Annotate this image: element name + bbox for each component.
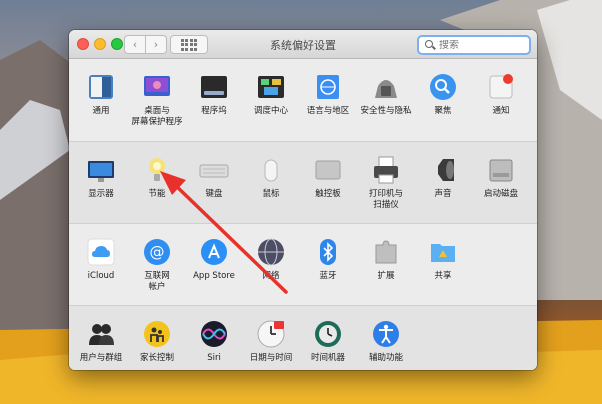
startup-disk-icon bbox=[486, 155, 516, 185]
printer-icon bbox=[371, 155, 401, 185]
date-time-icon bbox=[256, 319, 286, 349]
pref-pane-label: 扩展 bbox=[377, 271, 395, 281]
pref-pane-notifications[interactable]: 通知 bbox=[473, 72, 529, 117]
energy-icon bbox=[142, 155, 172, 185]
pref-pane-label: 显示器 bbox=[88, 189, 114, 199]
spotlight-icon bbox=[428, 72, 458, 102]
pref-pane-trackpad[interactable]: 触控板 bbox=[300, 155, 356, 200]
display-icon bbox=[86, 155, 116, 185]
users-icon bbox=[86, 319, 116, 349]
pref-pane-startup-disk[interactable]: 启动磁盘 bbox=[473, 155, 529, 200]
trackpad-icon bbox=[313, 155, 343, 185]
pref-pane-security[interactable]: 安全性与隐私 bbox=[358, 72, 414, 117]
pref-pane-label: 键盘 bbox=[205, 189, 223, 199]
pref-pane-app-store[interactable]: App Store bbox=[186, 237, 242, 282]
pref-pane-label: 语言与地区 bbox=[306, 106, 350, 116]
pref-pane-extensions[interactable]: 扩展 bbox=[358, 237, 414, 282]
search-input[interactable] bbox=[439, 39, 519, 51]
pref-pane-accessibility[interactable]: 辅助功能 bbox=[358, 319, 414, 364]
pref-pane-label: 触控板 bbox=[315, 189, 341, 199]
siri-icon bbox=[199, 319, 229, 349]
pref-pane-label: 聚焦 bbox=[434, 106, 452, 116]
pref-pane-date-time[interactable]: 日期与时间 bbox=[243, 319, 299, 364]
language-icon bbox=[313, 72, 343, 102]
pref-pane-dock[interactable]: 程序坞 bbox=[186, 72, 242, 117]
pref-pane-label: 蓝牙 bbox=[319, 271, 337, 281]
network-icon bbox=[256, 237, 286, 267]
prefs-section-hardware: 显示器 节能 键盘 鼠标 触控板 打印机与 扫描仪 声音 启动磁盘 bbox=[69, 141, 537, 223]
pref-pane-label: 安全性与隐私 bbox=[360, 106, 412, 116]
title-bar: ‹ › 系统偏好设置 bbox=[69, 30, 537, 59]
desktop-icon bbox=[142, 72, 172, 102]
pref-pane-keyboard[interactable]: 键盘 bbox=[186, 155, 242, 200]
pref-pane-internet-accounts[interactable]: @ 互联网 帐户 bbox=[129, 237, 185, 293]
pref-pane-label: 家长控制 bbox=[139, 353, 174, 363]
pref-pane-label: 时间机器 bbox=[310, 353, 345, 363]
mouse-icon bbox=[256, 155, 286, 185]
pref-pane-time-machine[interactable]: 时间机器 bbox=[300, 319, 356, 364]
pref-pane-label: 鼠标 bbox=[262, 189, 280, 199]
accessibility-icon bbox=[371, 319, 401, 349]
pref-pane-label: App Store bbox=[193, 271, 235, 281]
extensions-icon bbox=[371, 237, 401, 267]
time-machine-icon bbox=[313, 319, 343, 349]
search-icon bbox=[425, 40, 435, 50]
pref-pane-label: 网络 bbox=[262, 271, 280, 281]
prefs-section-internet: iCloud @ 互联网 帐户 App Store 网络 蓝牙 扩展 共享 bbox=[69, 223, 537, 305]
pref-pane-label: 节能 bbox=[148, 189, 166, 199]
pref-pane-label: 启动磁盘 bbox=[483, 189, 518, 199]
pref-pane-label: 打印机与 扫描仪 bbox=[368, 189, 403, 210]
notifications-icon bbox=[486, 72, 516, 102]
pref-pane-network[interactable]: 网络 bbox=[243, 237, 299, 282]
security-icon bbox=[371, 72, 401, 102]
pref-pane-sharing[interactable]: 共享 bbox=[415, 237, 471, 282]
pref-pane-label: 辅助功能 bbox=[368, 353, 403, 363]
system-preferences-window: ‹ › 系统偏好设置 通用 桌面与 屏幕保护程序 程序坞 调度中心 语言与地区安全性与隐… bbox=[69, 30, 537, 370]
icloud-icon bbox=[86, 237, 116, 267]
prefs-section-personal: 通用 桌面与 屏幕保护程序 程序坞 调度中心 语言与地区 安全性与隐私 聚焦 通知 bbox=[69, 59, 537, 140]
pref-pane-printer[interactable]: 打印机与 扫描仪 bbox=[358, 155, 414, 211]
pref-pane-label: 调度中心 bbox=[253, 106, 288, 116]
pref-pane-label: iCloud bbox=[87, 271, 115, 281]
pref-pane-mouse[interactable]: 鼠标 bbox=[243, 155, 299, 200]
pref-pane-spotlight[interactable]: 聚焦 bbox=[415, 72, 471, 117]
mission-control-icon bbox=[256, 72, 286, 102]
sound-icon bbox=[428, 155, 458, 185]
pref-pane-mission-control[interactable]: 调度中心 bbox=[243, 72, 299, 117]
pref-pane-label: 共享 bbox=[434, 271, 452, 281]
pref-pane-label: 用户与群组 bbox=[79, 353, 123, 363]
pref-pane-language[interactable]: 语言与地区 bbox=[300, 72, 356, 117]
pref-pane-siri[interactable]: Siri bbox=[186, 319, 242, 364]
pref-pane-label: Siri bbox=[207, 353, 221, 363]
pref-pane-label: 日期与时间 bbox=[249, 353, 293, 363]
pref-pane-users[interactable]: 用户与群组 bbox=[73, 319, 129, 364]
pref-pane-label: 桌面与 屏幕保护程序 bbox=[131, 106, 183, 127]
pref-pane-label: 声音 bbox=[434, 189, 452, 199]
search-field[interactable] bbox=[417, 35, 531, 55]
prefs-section-system: 用户与群组 家长控制 Siri 日期与时间 时间机器 辅助功能 bbox=[69, 305, 537, 370]
dock-icon bbox=[199, 72, 229, 102]
pref-pane-general[interactable]: 通用 bbox=[73, 72, 129, 117]
bluetooth-icon bbox=[313, 237, 343, 267]
pref-pane-display[interactable]: 显示器 bbox=[73, 155, 129, 200]
pref-pane-parental-controls[interactable]: 家长控制 bbox=[129, 319, 185, 364]
pref-pane-bluetooth[interactable]: 蓝牙 bbox=[300, 237, 356, 282]
pref-pane-desktop[interactable]: 桌面与 屏幕保护程序 bbox=[129, 72, 185, 128]
svg-text:@: @ bbox=[150, 243, 165, 261]
internet-accounts-icon: @ bbox=[142, 237, 172, 267]
pref-pane-label: 通用 bbox=[92, 106, 110, 116]
app-store-icon bbox=[199, 237, 229, 267]
pref-pane-sound[interactable]: 声音 bbox=[415, 155, 471, 200]
sharing-icon bbox=[428, 237, 458, 267]
pref-pane-energy[interactable]: 节能 bbox=[129, 155, 185, 200]
keyboard-icon bbox=[199, 155, 229, 185]
pref-pane-icloud[interactable]: iCloud bbox=[73, 237, 129, 282]
general-icon bbox=[86, 72, 116, 102]
pref-pane-label: 互联网 帐户 bbox=[144, 271, 170, 292]
pref-pane-label: 通知 bbox=[492, 106, 510, 116]
parental-controls-icon bbox=[142, 319, 172, 349]
pref-pane-label: 程序坞 bbox=[201, 106, 227, 116]
